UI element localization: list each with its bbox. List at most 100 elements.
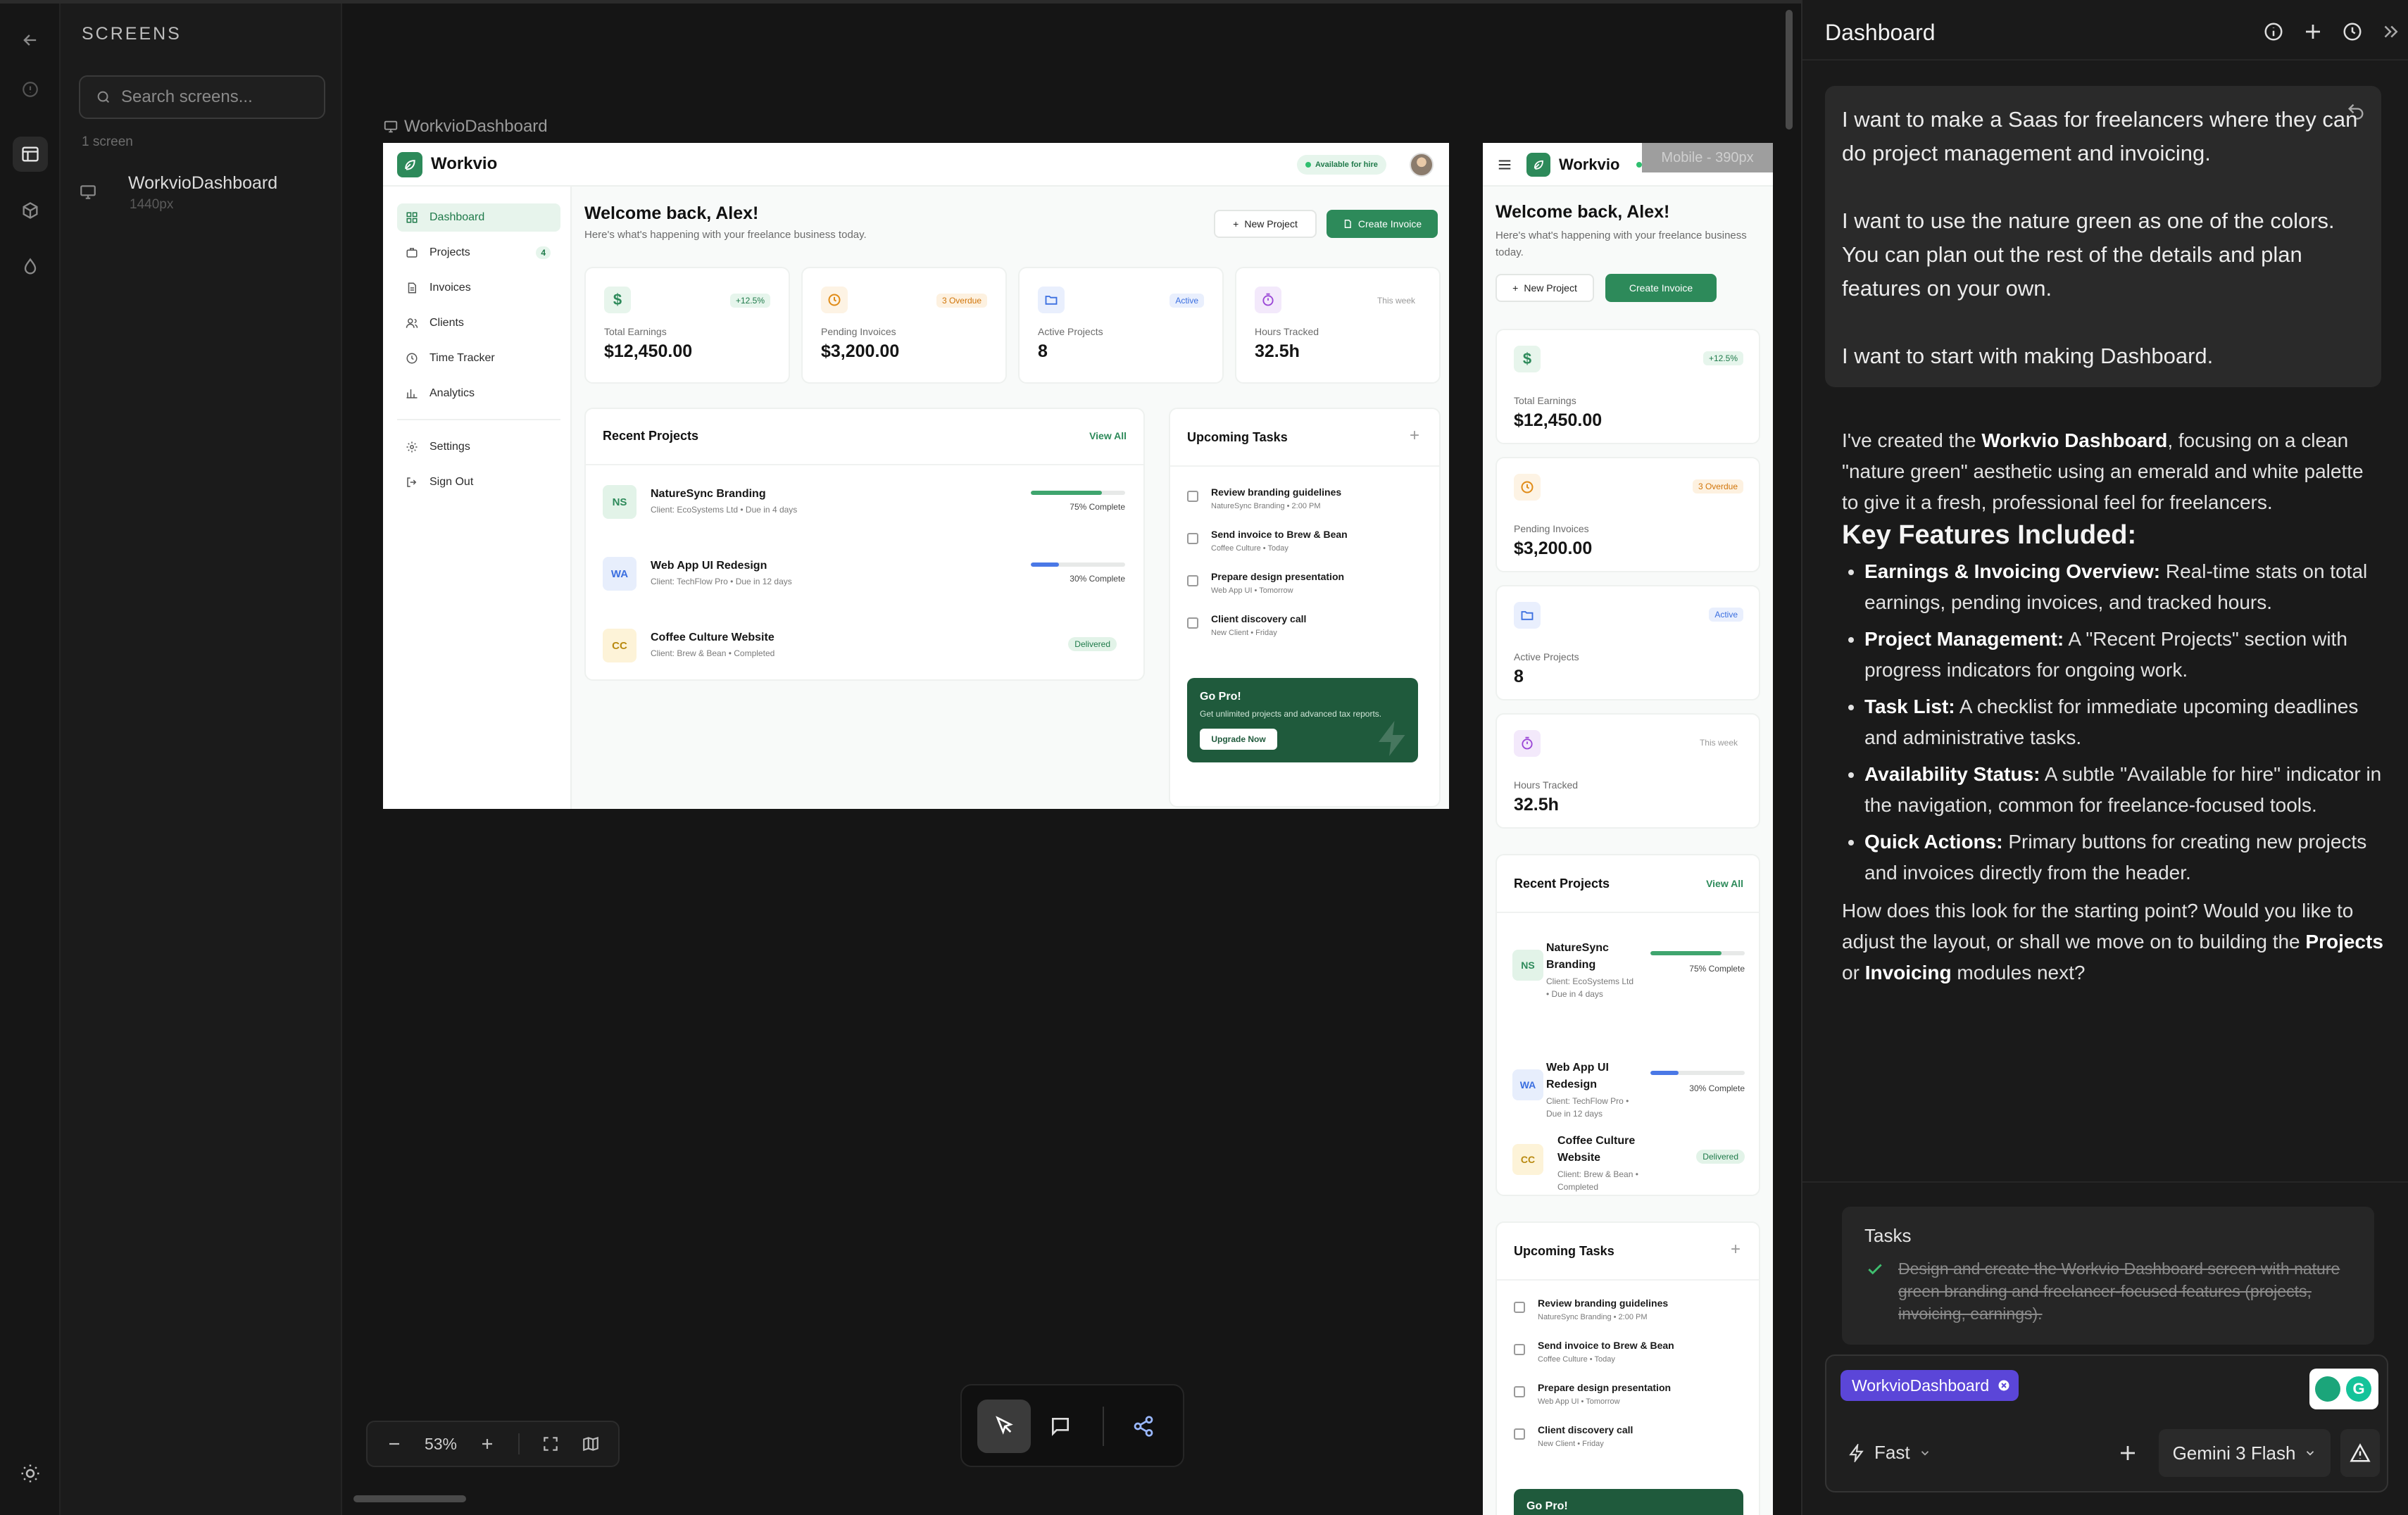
nav-label: Invoices [429, 282, 471, 294]
chevron-down-icon [2307, 1451, 2314, 1456]
create-invoice-label: Create Invoice [1357, 218, 1422, 230]
nav-label: Clients [429, 317, 464, 329]
task-name: Prepare design presentation [1538, 1382, 1672, 1393]
task-item[interactable]: Send invoice to Brew & Bean Coffee Cultur… [1514, 1338, 1746, 1378]
stat-card-earnings: $ +12.5% Total Earnings $12,450.00 [1495, 329, 1760, 444]
new-chat-plus-icon[interactable] [2301, 20, 2325, 44]
select-pointer-icon[interactable] [977, 1400, 1031, 1453]
folder-icon [1514, 602, 1541, 629]
info-icon[interactable] [2262, 20, 2285, 44]
search-box[interactable] [79, 75, 325, 119]
view-all-link[interactable]: View All [1706, 878, 1743, 889]
project-row[interactable]: CC Coffee Culture Website Client: Brew & … [1512, 1133, 1745, 1196]
nav-settings[interactable]: Settings [397, 433, 560, 461]
add-task-icon[interactable]: + [1731, 1240, 1741, 1259]
zoom-out-button[interactable] [386, 1435, 403, 1452]
task-sub: NatureSync Branding • 2:00 PM [1538, 1313, 1648, 1321]
zoom-in-button[interactable] [479, 1435, 496, 1452]
task-checkbox[interactable] [1514, 1386, 1525, 1397]
go-pro-card: Go Pro! Get unlimited projects and advan… [1187, 678, 1418, 762]
share-nodes-icon[interactable] [1117, 1400, 1170, 1453]
brand-name: Workvio [1559, 156, 1620, 173]
nav-time-tracker[interactable]: Time Tracker [397, 344, 560, 372]
context-chip[interactable]: WorkvioDashboard [1841, 1370, 2019, 1401]
stat-label: Pending Invoices [821, 326, 896, 337]
droplet-icon[interactable] [13, 249, 48, 284]
task-item[interactable]: Client discovery call New Client • Friday [1514, 1423, 1746, 1462]
horizontal-scrollbar[interactable] [353, 1495, 466, 1502]
vertical-scrollbar[interactable] [1786, 10, 1793, 130]
create-invoice-button[interactable]: Create Invoice [1327, 210, 1438, 238]
task-item[interactable]: Client discovery call New Client • Friday [1187, 612, 1419, 651]
nav-label: Analytics [429, 387, 475, 399]
stat-card-pending: 3 Overdue Pending Invoices $3,200.00 [1495, 457, 1760, 572]
undo-icon[interactable] [2346, 101, 2366, 121]
create-invoice-button[interactable]: Create Invoice [1605, 274, 1717, 302]
hamburger-menu-icon[interactable] [1497, 157, 1512, 172]
view-all-link[interactable]: View All [1089, 430, 1127, 441]
back-arrow-icon[interactable] [13, 23, 48, 58]
fit-screen-icon[interactable] [541, 1435, 560, 1453]
task-checkbox[interactable] [1187, 533, 1198, 544]
nav-sign-out[interactable]: Sign Out [397, 468, 560, 496]
upgrade-now-button[interactable]: Upgrade Now [1200, 729, 1277, 750]
nav-dashboard[interactable]: Dashboard [397, 203, 560, 232]
nav-clients[interactable]: Clients [397, 309, 560, 337]
nav-invoices[interactable]: Invoices [397, 274, 560, 302]
project-row[interactable]: CC Coffee Culture Website Client: Brew &… [603, 623, 1124, 672]
nav-projects[interactable]: Projects 4 [397, 239, 560, 267]
remove-chip-icon[interactable] [1998, 1379, 2010, 1392]
mobile-frame[interactable]: Workvio Welcome back, Alex! Here's what'… [1483, 143, 1773, 1515]
chat-divider [1802, 1181, 2408, 1183]
model-selector[interactable]: Gemini 3 Flash [2159, 1429, 2331, 1477]
task-checkbox[interactable] [1514, 1302, 1525, 1313]
stat-tag: 3 Overdue [936, 294, 987, 308]
avatar[interactable] [1410, 153, 1434, 177]
project-row[interactable]: WA Web App UI Redesign Client: TechFlow P… [1512, 1060, 1745, 1137]
warning-triangle-icon[interactable] [2340, 1429, 2380, 1477]
task-sub: New Client • Friday [1211, 629, 1277, 637]
search-input[interactable] [121, 87, 318, 107]
task-item[interactable]: Review branding guidelines NatureSync Bra… [1514, 1296, 1746, 1335]
task-checkbox[interactable] [1514, 1344, 1525, 1355]
task-item[interactable]: Prepare design presentation Web App UI • … [1514, 1381, 1746, 1420]
attach-plus-icon[interactable] [2114, 1439, 2142, 1467]
screen-list-item[interactable]: WorkvioDashboard 1440px [79, 169, 325, 218]
task-item[interactable]: Review branding guidelines NatureSync Bra… [1187, 485, 1419, 524]
zoom-level: 53% [424, 1434, 458, 1453]
chat-composer[interactable]: WorkvioDashboard G Fast Gemini 3 Flash [1825, 1354, 2388, 1492]
task-checkbox[interactable] [1187, 617, 1198, 629]
plus-icon: + [1233, 218, 1239, 230]
mode-selector[interactable]: Fast [1848, 1442, 1931, 1464]
task-checkbox[interactable] [1187, 575, 1198, 586]
add-task-icon[interactable]: + [1410, 426, 1419, 446]
info-icon[interactable] [13, 72, 48, 107]
screens-layout-icon[interactable] [13, 137, 48, 172]
new-project-button[interactable]: + New Project [1214, 210, 1317, 238]
stat-value: $12,450.00 [1514, 410, 1603, 430]
comment-icon[interactable] [1034, 1400, 1087, 1453]
project-name: Web App UI Redesign [651, 560, 767, 572]
assistant-message: I've created the Workvio Dashboard, focu… [1842, 425, 2384, 988]
project-row[interactable]: NS NatureSync Branding Client: EcoSystems… [1512, 940, 1745, 1017]
desktop-frame[interactable]: Workvio Available for hire Dashboard Pro… [383, 143, 1449, 809]
history-clock-icon[interactable] [2340, 20, 2364, 44]
stat-card-active: Active Active Projects 8 [1018, 267, 1224, 384]
clock-icon [406, 353, 418, 364]
grammarly-widget[interactable]: G [2309, 1369, 2378, 1409]
new-project-button[interactable]: + New Project [1495, 274, 1594, 302]
project-row[interactable]: WA Web App UI Redesign Client: TechFlow … [603, 551, 1125, 601]
cube-icon[interactable] [13, 193, 48, 228]
sun-theme-icon[interactable] [13, 1456, 48, 1491]
project-row[interactable]: NS NatureSync Branding Client: EcoSystem… [603, 479, 1125, 529]
collapse-panel-icon[interactable] [2378, 20, 2402, 44]
task-item[interactable]: Send invoice to Brew & Bean Coffee Cultur… [1187, 527, 1419, 567]
frame-label[interactable]: WorkvioDashboard [383, 117, 548, 137]
brand-name: Workvio [431, 154, 498, 173]
stat-value: 8 [1038, 341, 1048, 361]
nav-analytics[interactable]: Analytics [397, 379, 560, 408]
task-item[interactable]: Prepare design presentation Web App UI • … [1187, 570, 1419, 609]
map-icon[interactable] [582, 1435, 600, 1453]
task-checkbox[interactable] [1187, 491, 1198, 502]
task-checkbox[interactable] [1514, 1428, 1525, 1440]
